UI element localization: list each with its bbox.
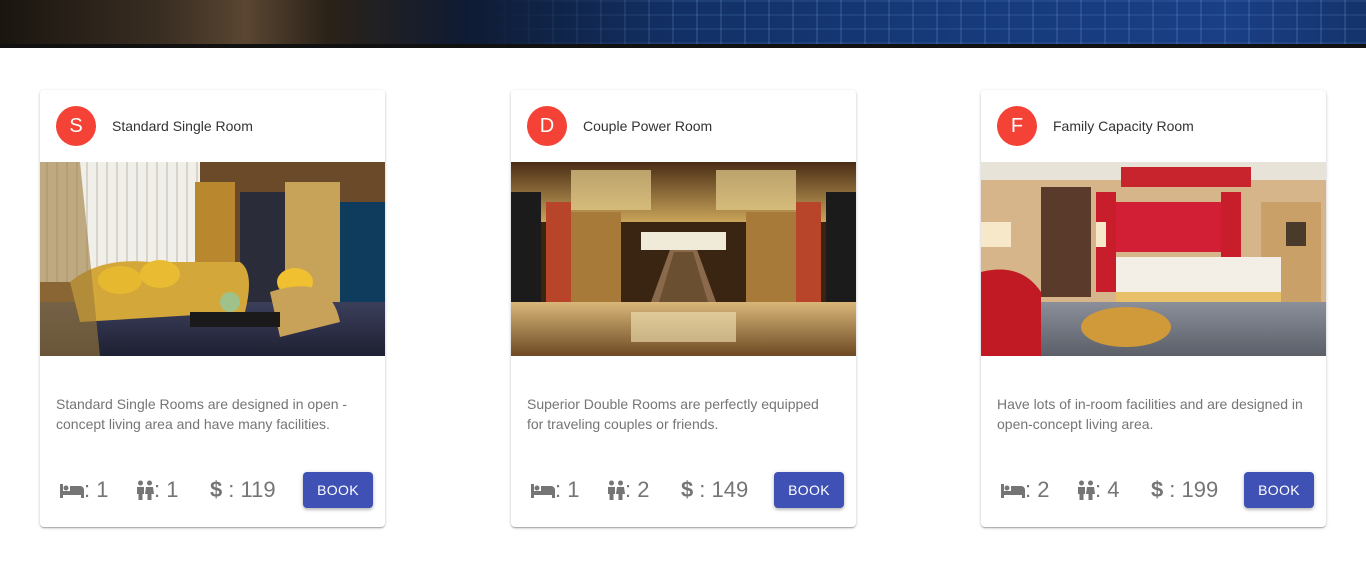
card-actions: : 1 : 2 $ : 149 BOOK <box>531 472 844 508</box>
dollar-icon: $ <box>210 477 223 502</box>
room-card-couple-power: D Couple Power Room Superior Double Room… <box>511 90 856 527</box>
price: $ : 119 <box>210 477 276 502</box>
guest-count: : 1 <box>136 477 210 503</box>
price: $ : 199 <box>1151 477 1219 502</box>
bed-count: : 1 <box>531 477 607 503</box>
guest-count: : 4 <box>1077 477 1151 503</box>
room-description: Superior Double Rooms are perfectly equi… <box>527 396 819 432</box>
dollar-icon: $ <box>1151 477 1164 502</box>
bed-icon <box>60 482 84 498</box>
bed-icon <box>1001 482 1025 498</box>
card-title: Family Capacity Room <box>1053 118 1194 134</box>
card-actions: : 2 : 4 $ : 199 BOOK <box>1001 472 1314 508</box>
people-icon <box>1077 480 1095 500</box>
card-header: D Couple Power Room <box>527 106 712 146</box>
avatar: F <box>997 106 1037 146</box>
bed-count: : 2 <box>1001 477 1077 503</box>
room-photo <box>40 162 385 356</box>
card-title: Couple Power Room <box>583 118 713 134</box>
price: $ : 149 <box>681 477 749 502</box>
card-header: F Family Capacity Room <box>997 106 1194 146</box>
room-photo <box>511 162 856 356</box>
room-photo <box>981 162 1326 356</box>
people-icon <box>136 480 154 500</box>
book-button[interactable]: BOOK <box>774 472 844 508</box>
room-description: Standard Single Rooms are designed in op… <box>56 396 348 432</box>
avatar: D <box>527 106 567 146</box>
room-card-standard-single: S Standard Single Room Standard Single R… <box>40 90 385 527</box>
dollar-icon: $ <box>681 477 694 502</box>
card-title: Standard Single Room <box>112 118 253 134</box>
bed-count: : 1 <box>60 477 136 503</box>
room-card-family-capacity: F Family Capacity Room Have lots of in-r… <box>981 90 1326 527</box>
card-actions: : 1 : 1 $ : 119 BOOK <box>60 472 373 508</box>
room-description: Have lots of in-room facilities and are … <box>997 396 1303 432</box>
book-button[interactable]: BOOK <box>303 472 373 508</box>
people-icon <box>607 480 625 500</box>
card-header: S Standard Single Room <box>56 106 253 146</box>
hero-banner-image <box>0 0 1366 48</box>
book-button[interactable]: BOOK <box>1244 472 1314 508</box>
guest-count: : 2 <box>607 477 681 503</box>
bed-icon <box>531 482 555 498</box>
avatar: S <box>56 106 96 146</box>
